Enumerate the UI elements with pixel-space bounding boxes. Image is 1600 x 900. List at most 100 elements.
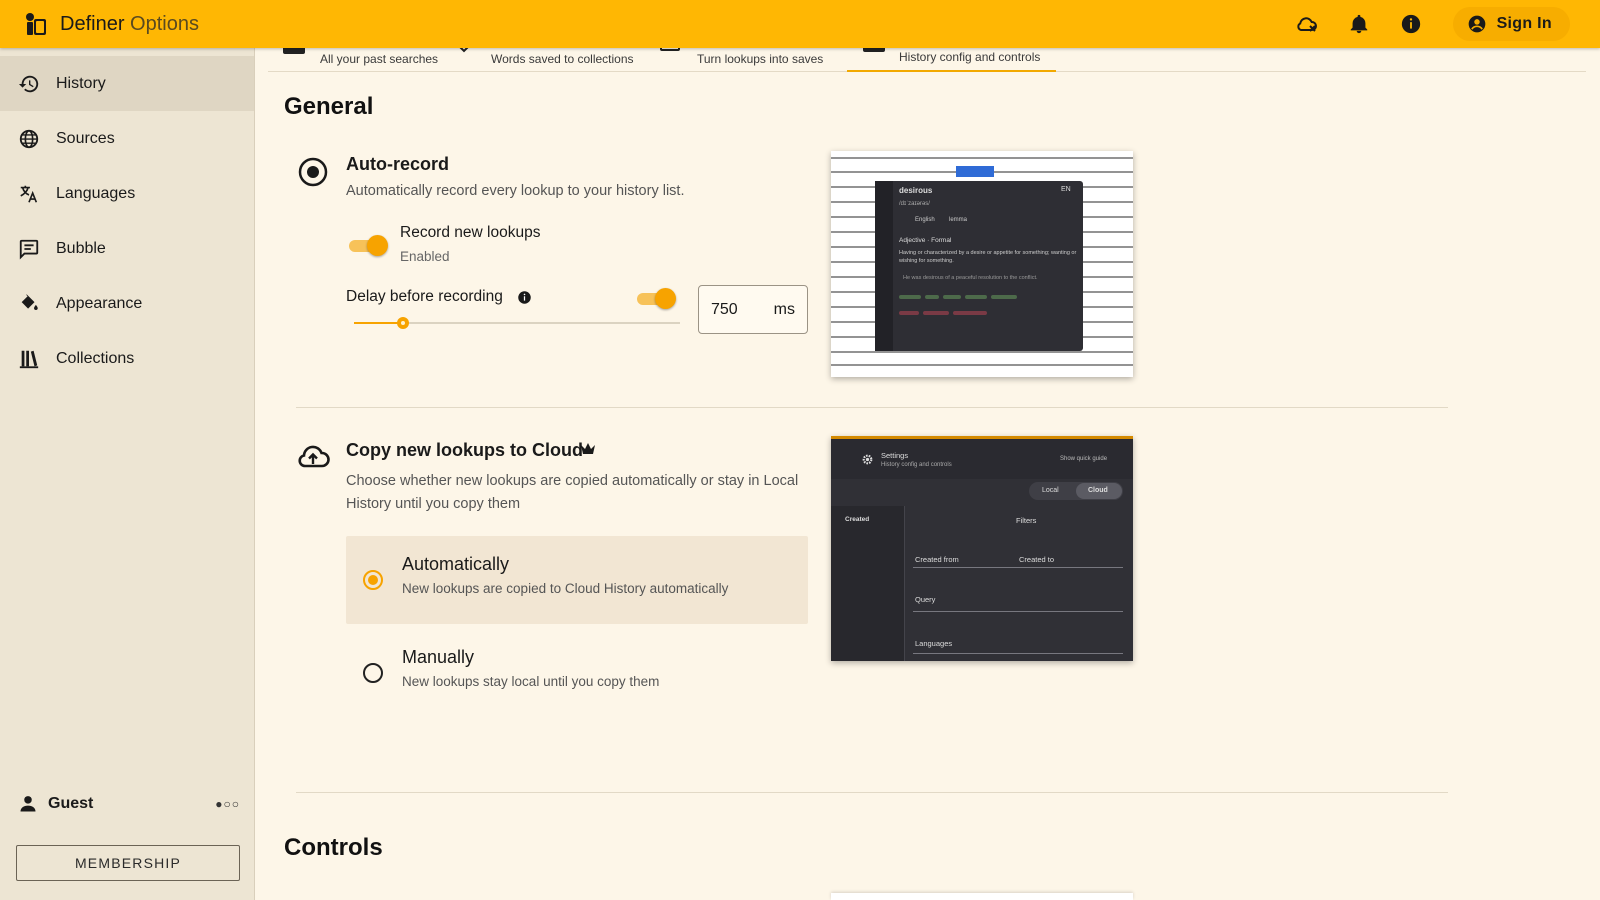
popup-phonetic: /dɪˈzaɪərəs/	[899, 201, 930, 207]
popup-definition: Having or characterized by a desire or a…	[899, 250, 1077, 264]
sidebar-item-label: Appearance	[56, 294, 143, 312]
sidebar: History Sources Languages Bubble Appeara…	[0, 48, 255, 900]
popup-example: He was desirous of a peaceful resolution…	[903, 275, 1038, 281]
option-manually[interactable]: Manually New lookups stay local until yo…	[346, 629, 808, 717]
user-profile[interactable]: Guest ●○○	[18, 794, 240, 814]
auto-record-description: Automatically record every lookup to you…	[346, 183, 685, 199]
info-icon[interactable]	[1391, 4, 1431, 44]
translate-icon	[18, 183, 40, 205]
definer-logo-icon	[22, 11, 48, 37]
preview-settings-title: Settings	[881, 451, 909, 460]
tab-label: Words saved to collections	[491, 52, 634, 66]
popup-word: desirous	[899, 186, 933, 195]
more-options-icon[interactable]: ●○○	[215, 797, 240, 811]
option-label: Automatically	[402, 554, 510, 574]
sidebar-item-label: Languages	[56, 184, 136, 202]
section-divider	[296, 407, 1448, 408]
sign-in-label: Sign In	[1496, 15, 1552, 32]
user-name: Guest	[48, 795, 94, 812]
popup-pos: Adjective · Formal	[899, 237, 952, 244]
account-circle-icon	[1468, 15, 1485, 33]
radio-record-icon	[296, 155, 330, 189]
tab-turn-lookups[interactable]: Turn lookups into saves	[660, 42, 840, 72]
popup-tag-lang: English	[915, 217, 935, 223]
popup-tag-type: lemma	[949, 217, 968, 223]
preview-languages: Languages	[915, 639, 953, 648]
record-new-lookups-label: Record new lookups	[400, 224, 541, 241]
record-new-lookups-toggle[interactable]	[347, 234, 388, 256]
option-automatically[interactable]: Automatically New lookups are copied to …	[346, 536, 808, 624]
record-status: Enabled	[400, 249, 450, 264]
chat-bubble-icon	[18, 238, 40, 260]
tab-label: History config and controls	[899, 50, 1041, 64]
sidebar-item-history[interactable]: History	[0, 56, 254, 111]
delay-ms-field[interactable]: ms	[698, 285, 808, 334]
definition-popup: desirous EN /dɪˈzaɪərəs/ English lemma A…	[875, 181, 1083, 351]
copy-cloud-preview-image: Settings History config and controls Sho…	[831, 436, 1133, 661]
top-app-bar: Definer Options Sign In	[0, 0, 1600, 48]
sidebar-item-label: Collections	[56, 349, 135, 367]
globe-icon	[18, 128, 40, 150]
library-icon	[18, 348, 40, 370]
delay-info-icon[interactable]	[517, 290, 532, 310]
popup-lang-code: EN	[1061, 186, 1071, 193]
preview-filters: Filters	[1016, 516, 1037, 525]
app-name-sub: Options	[130, 12, 199, 35]
auto-record-title: Auto-record	[346, 154, 449, 174]
delay-slider-knob[interactable]	[397, 317, 409, 329]
option-sub: New lookups stay local until you copy th…	[402, 674, 660, 689]
sidebar-item-label: Bubble	[56, 239, 106, 257]
preview-quick-guide: Show quick guide	[1060, 456, 1108, 462]
copy-cloud-description: Choose whether new lookups are copied au…	[346, 473, 799, 512]
preview-created-label: Created	[845, 516, 870, 523]
tab-all-searches[interactable]: All your past searches	[268, 42, 458, 72]
paint-bucket-icon	[18, 293, 40, 315]
general-heading: General	[284, 93, 374, 120]
section-divider	[296, 792, 1448, 793]
app-name: Definer	[60, 12, 125, 35]
preview-settings-subtitle: History config and controls	[881, 462, 952, 468]
highlighted-word	[956, 166, 994, 177]
option-label: Manually	[402, 647, 475, 667]
sidebar-item-collections[interactable]: Collections	[0, 331, 254, 386]
delay-ms-input[interactable]	[711, 286, 771, 333]
delay-unit: ms	[773, 301, 795, 318]
sidebar-item-sources[interactable]: Sources	[0, 111, 254, 166]
membership-button[interactable]: MEMBERSHIP	[16, 845, 240, 881]
cloud-upload-icon	[296, 439, 330, 473]
controls-preview-image	[831, 893, 1133, 900]
settings-gear-icon	[861, 453, 874, 471]
premium-crown-icon	[580, 442, 596, 461]
app-title: Definer Options	[60, 13, 199, 36]
person-icon	[18, 794, 38, 814]
sidebar-item-bubble[interactable]: Bubble	[0, 221, 254, 276]
sidebar-item-appearance[interactable]: Appearance	[0, 276, 254, 331]
preview-query: Query	[915, 595, 936, 604]
preview-created-from: Created from	[915, 555, 959, 564]
tab-saved-words[interactable]: Words saved to collections	[458, 45, 658, 72]
sidebar-item-label: History	[56, 74, 106, 92]
delay-slider-fill	[354, 322, 403, 324]
preview-created-to: Created to	[1019, 555, 1055, 564]
delay-label: Delay before recording	[346, 288, 503, 305]
delay-toggle[interactable]	[635, 287, 676, 309]
controls-heading: Controls	[284, 834, 383, 861]
radio-automatically[interactable]	[363, 570, 383, 590]
tab-history-config[interactable]: History config and controls	[847, 42, 1056, 72]
preview-seg-cloud: Cloud	[1088, 487, 1108, 494]
option-sub: New lookups are copied to Cloud History …	[402, 581, 729, 596]
tab-label: All your past searches	[320, 52, 439, 66]
sidebar-item-languages[interactable]: Languages	[0, 166, 254, 221]
sidebar-item-label: Sources	[56, 129, 115, 147]
notifications-bell-icon[interactable]	[1339, 4, 1379, 44]
copy-cloud-title: Copy new lookups to Cloud	[346, 440, 583, 460]
delay-slider[interactable]	[354, 317, 680, 329]
auto-record-preview-image: desirous EN /dɪˈzaɪərəs/ English lemma A…	[831, 151, 1133, 377]
preview-seg-local: Local	[1042, 487, 1059, 494]
sign-in-button[interactable]: Sign In	[1452, 7, 1570, 41]
radio-manually[interactable]	[363, 663, 383, 683]
preview-local-cloud-toggle: Local Cloud	[1029, 482, 1123, 500]
cloud-off-icon[interactable]	[1287, 4, 1327, 44]
history-tabs: All your past searches Words saved to co…	[268, 42, 1586, 72]
tab-label: Turn lookups into saves	[697, 52, 824, 66]
